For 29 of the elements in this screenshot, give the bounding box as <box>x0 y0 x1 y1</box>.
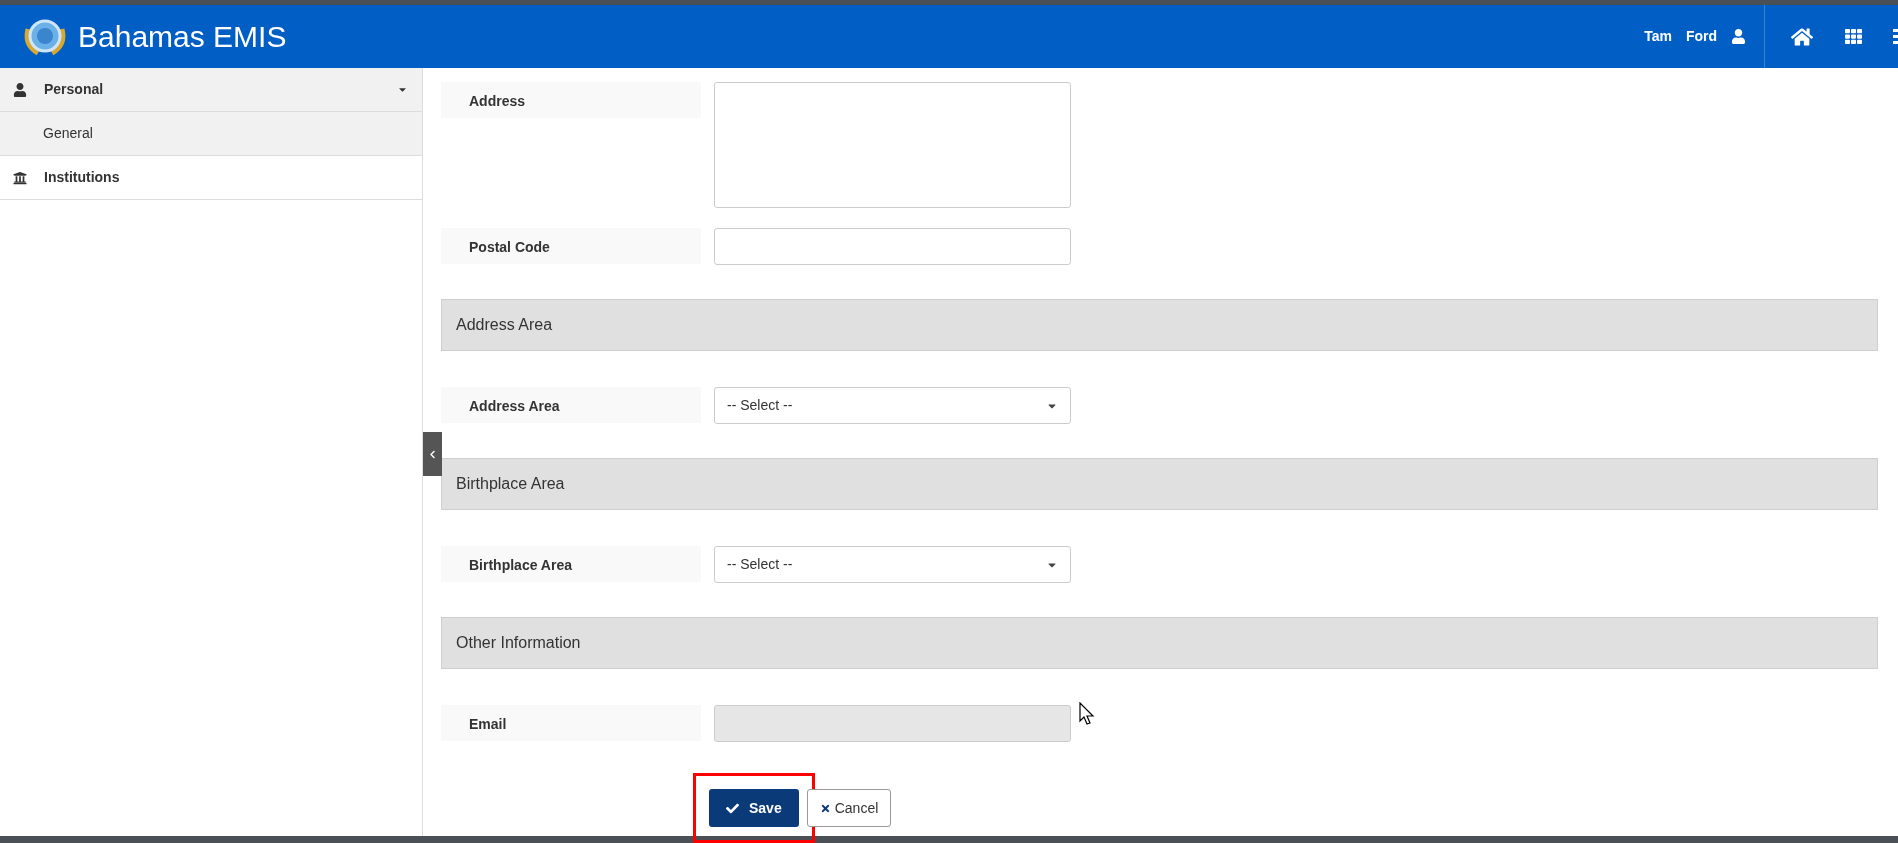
save-button[interactable]: Save <box>709 789 799 827</box>
section-header: Other Information <box>441 617 1878 669</box>
chevron-left-icon <box>428 449 437 459</box>
close-icon <box>819 802 831 814</box>
bank-icon <box>13 170 27 185</box>
sidebar-subitem[interactable]: General <box>0 112 422 156</box>
cursor-icon <box>1079 702 1095 726</box>
select-dropdown[interactable]: -- Select -- <box>714 387 1071 424</box>
field-label: Postal Code <box>469 238 550 257</box>
section-header: Birthplace Area <box>441 458 1878 510</box>
address-field[interactable] <box>714 82 1071 208</box>
field-label: Email <box>469 715 507 734</box>
user-name[interactable]: Tam Ford <box>1644 26 1717 47</box>
cancel-button[interactable]: Cancel <box>806 789 892 827</box>
home-icon[interactable] <box>1791 26 1813 47</box>
field-label: Address <box>469 92 526 111</box>
user-icon <box>13 82 27 97</box>
grid-icon[interactable] <box>1845 28 1862 45</box>
select-dropdown[interactable]: -- Select -- <box>714 546 1071 583</box>
text-field[interactable] <box>714 228 1071 265</box>
user-icon[interactable] <box>1731 29 1746 44</box>
field-label: Address Area <box>469 397 560 416</box>
collapse-handle[interactable] <box>423 432 442 476</box>
check-icon <box>726 801 739 815</box>
menu-icon[interactable] <box>1893 29 1898 44</box>
section-header: Address Area <box>441 299 1878 351</box>
app-title: Bahamas EMIS <box>78 19 287 55</box>
sidebar-item[interactable]: Personal <box>0 68 422 112</box>
field-label: Birthplace Area <box>469 556 572 575</box>
